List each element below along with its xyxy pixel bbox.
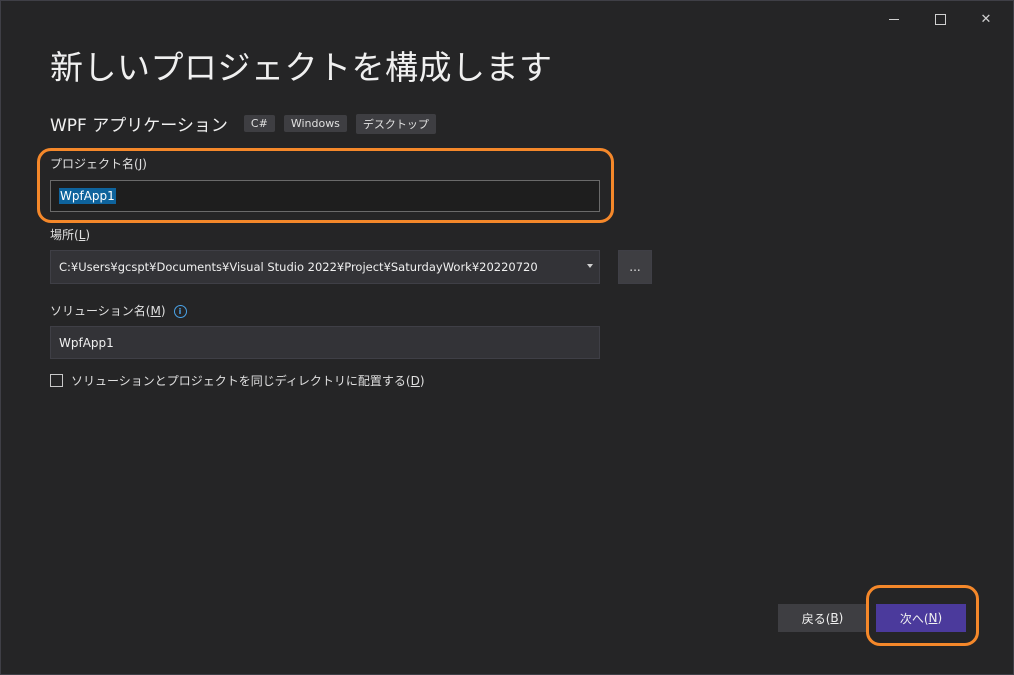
same-directory-option: ソリューションとプロジェクトを同じディレクトリに配置する(D): [50, 372, 425, 389]
solution-name-value: WpfApp1: [59, 335, 114, 350]
dialog-window: ✕ 新しいプロジェクトを構成します WPF アプリケーション C# Window…: [0, 0, 1014, 675]
tag-project-type: デスクトップ: [355, 113, 436, 134]
template-row: WPF アプリケーション C# Windows デスクトップ: [50, 111, 445, 136]
location-label: 場所(L): [50, 228, 91, 242]
next-button-highlight: [866, 585, 979, 646]
same-directory-checkbox[interactable]: [50, 374, 63, 387]
tag-language: C#: [243, 115, 275, 132]
maximize-button[interactable]: [917, 7, 963, 31]
template-name: WPF アプリケーション: [50, 116, 228, 136]
minimize-button[interactable]: [871, 7, 917, 31]
info-icon[interactable]: i: [173, 305, 187, 318]
close-button[interactable]: ✕: [963, 7, 1009, 31]
minimize-icon: [889, 18, 899, 20]
maximize-icon: [934, 13, 946, 25]
solution-name-label: ソリューション名(M) i: [50, 302, 187, 319]
chevron-down-icon: [587, 264, 593, 268]
tag-platform: Windows: [283, 115, 347, 132]
location-value: C:¥Users¥gcspt¥Documents¥Visual Studio 2…: [59, 260, 538, 274]
page-title: 新しいプロジェクトを構成します: [50, 48, 553, 87]
browse-button[interactable]: ...: [618, 250, 652, 284]
titlebar-controls: ✕: [871, 7, 1009, 31]
location-select[interactable]: C:¥Users¥gcspt¥Documents¥Visual Studio 2…: [50, 250, 600, 284]
back-button[interactable]: 戻る(B): [778, 604, 867, 632]
project-name-highlight: [37, 148, 614, 223]
close-icon: ✕: [980, 11, 992, 27]
solution-name-input[interactable]: WpfApp1: [50, 326, 600, 359]
same-directory-label[interactable]: ソリューションとプロジェクトを同じディレクトリに配置する(D): [71, 372, 425, 389]
